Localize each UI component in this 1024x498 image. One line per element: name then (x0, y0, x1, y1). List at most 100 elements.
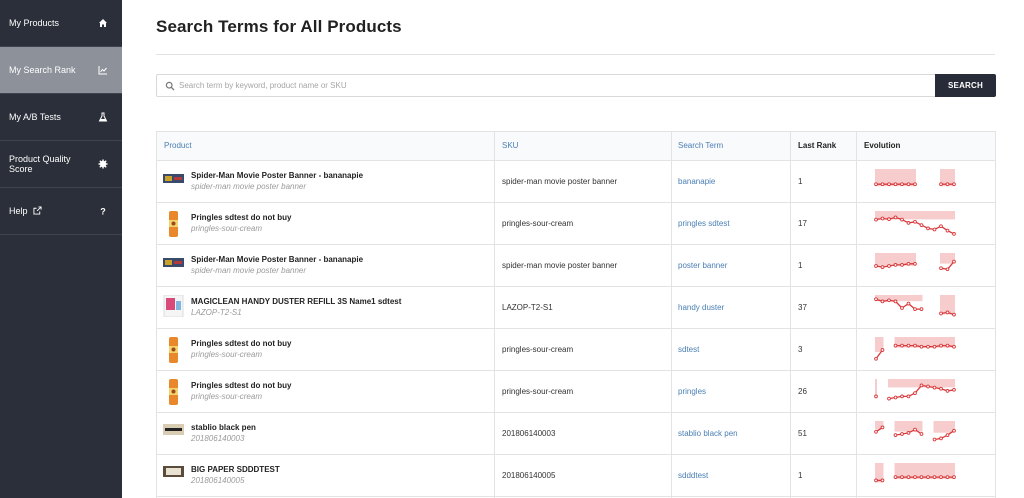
sku-cell: pringles-sour-cream (502, 219, 574, 228)
evolution-sparkline (874, 211, 956, 236)
sparkline-point (874, 356, 878, 361)
sparkline-point (926, 226, 930, 231)
product-subtitle: spider-man movie poster banner (191, 266, 307, 275)
sparkline-point (880, 478, 885, 483)
search-term-link[interactable]: pringles sdtest (678, 219, 730, 228)
search-term-link[interactable]: handy duster (678, 303, 724, 312)
sparkline-point (893, 299, 898, 304)
table-row[interactable]: Pringles sdtest do not buy pringles-sour-… (157, 203, 995, 245)
sparkline-point (893, 215, 898, 220)
sparkline-point (880, 265, 885, 269)
sparkline-point (932, 227, 937, 232)
sparkline-point (880, 348, 885, 352)
sparkline-point (906, 343, 911, 348)
search-icon (165, 81, 175, 91)
product-name[interactable]: stablio black pen (191, 423, 256, 432)
search-term-link[interactable]: poster banner (678, 261, 727, 270)
sparkline-point (939, 311, 943, 316)
table-header: Product SKU Search Term Last Rank Evolut… (157, 132, 995, 161)
sparkline-point (913, 343, 917, 348)
last-rank-cell: 37 (798, 303, 807, 312)
search-term-link[interactable]: stablio black pen (678, 429, 738, 438)
sidebar-item-my-products[interactable]: My Products (0, 0, 122, 47)
sparkline-point (926, 384, 930, 389)
sparkline-point (906, 221, 911, 225)
sparkline-point (913, 391, 917, 395)
sparkline-point (906, 182, 911, 187)
sparkline-point (945, 310, 950, 315)
table-row[interactable]: Spider-Man Movie Poster Banner - bananap… (157, 245, 995, 287)
column-header-sku[interactable]: SKU (502, 132, 518, 160)
product-thumbnail (163, 422, 184, 435)
last-rank-cell: 1 (798, 177, 803, 186)
product-subtitle: pringles-sour-cream (191, 350, 262, 359)
sparkline-point (945, 433, 950, 437)
search-term-link[interactable]: bananapie (678, 177, 715, 186)
product-subtitle: pringles-sour-cream (191, 224, 262, 233)
search-term-link[interactable]: sdddtest (678, 471, 708, 480)
table-row[interactable]: MAGICLEAN HANDY DUSTER REFILL 3S Name1 s… (157, 287, 995, 329)
sparkline-point (939, 224, 943, 229)
product-name[interactable]: Pringles sdtest do not buy (191, 213, 291, 222)
sparkline-point (932, 344, 937, 349)
sidebar-item-label: My A/B Tests (9, 112, 61, 122)
sparkline-point (887, 182, 891, 187)
sparkline-point (919, 475, 924, 479)
sku-cell: spider-man movie poster banner (502, 261, 618, 270)
product-name[interactable]: Pringles sdtest do not buy (191, 339, 291, 348)
last-rank-cell: 3 (798, 345, 803, 354)
chart-line-icon (98, 66, 107, 75)
search-button[interactable]: SEARCH (935, 74, 996, 97)
sparkline-point (945, 267, 950, 272)
product-name[interactable]: Spider-Man Movie Poster Banner - bananap… (191, 255, 363, 264)
sparkline-point (939, 343, 943, 348)
sparkline-band (933, 421, 955, 433)
product-name[interactable]: MAGICLEAN HANDY DUSTER REFILL 3S Name1 s… (191, 297, 401, 306)
sidebar-item-my-ab-tests[interactable]: My A/B Tests (0, 94, 122, 141)
product-thumbnail (163, 295, 184, 317)
sku-cell: LAZOP-T2-S1 (502, 303, 553, 312)
product-name[interactable]: Spider-Man Movie Poster Banner - bananap… (191, 171, 363, 180)
sidebar-item-product-quality-score[interactable]: Product Quality Score (0, 141, 122, 188)
sparkline-point (906, 394, 911, 399)
sidebar-item-my-search-rank[interactable]: My Search Rank (0, 47, 122, 94)
sidebar-item-help[interactable]: Help ? (0, 188, 122, 235)
product-subtitle: 201806140005 (191, 476, 245, 485)
column-header-search-term[interactable]: Search Term (678, 132, 723, 160)
external-link-icon (33, 206, 42, 215)
table-row[interactable]: Spider-Man Movie Poster Banner - bananap… (157, 161, 995, 203)
sparkline-point (880, 425, 885, 430)
main-content: Search Terms for All Products SEARCH Pro… (122, 0, 1024, 498)
evolution-sparkline (874, 379, 956, 401)
product-thumbnail (163, 211, 184, 237)
sparkline-point (919, 307, 924, 311)
sparkline-point (880, 216, 885, 221)
table-row[interactable]: stablio black pen 201806140003 20180614000… (157, 413, 995, 455)
sparkline-point (900, 182, 904, 187)
product-thumbnail (163, 379, 184, 405)
sparkline-point (913, 182, 917, 187)
sparkline-point (919, 223, 924, 227)
sparkline-point (939, 436, 943, 441)
sku-cell: spider-man movie poster banner (502, 177, 618, 186)
sparkline-band (894, 421, 923, 432)
product-name[interactable]: BIG PAPER SDDDTEST (191, 465, 280, 474)
evolution-sparkline (874, 421, 956, 442)
sparkline-point (887, 298, 891, 303)
sparkline-point (913, 307, 917, 311)
table-row[interactable]: Pringles sdtest do not buy pringles-sour-… (157, 371, 995, 413)
search-term-link[interactable]: sdtest (678, 345, 699, 354)
sparkline-point (893, 182, 898, 187)
column-header-product[interactable]: Product (164, 132, 192, 160)
table-row[interactable]: BIG PAPER SDDDTEST 201806140005 2018061400… (157, 455, 995, 497)
sparkline-point (926, 344, 930, 349)
sidebar-item-label: Product Quality Score (9, 154, 71, 174)
sparkline-point (932, 475, 937, 479)
search-input[interactable] (179, 77, 919, 94)
product-name[interactable]: Pringles sdtest do not buy (191, 381, 291, 390)
table-row[interactable]: Pringles sdtest do not buy pringles-sour-… (157, 329, 995, 371)
sku-cell: pringles-sour-cream (502, 387, 574, 396)
search-term-link[interactable]: pringles (678, 387, 706, 396)
sparkline-point (952, 475, 956, 479)
sku-cell: pringles-sour-cream (502, 345, 574, 354)
